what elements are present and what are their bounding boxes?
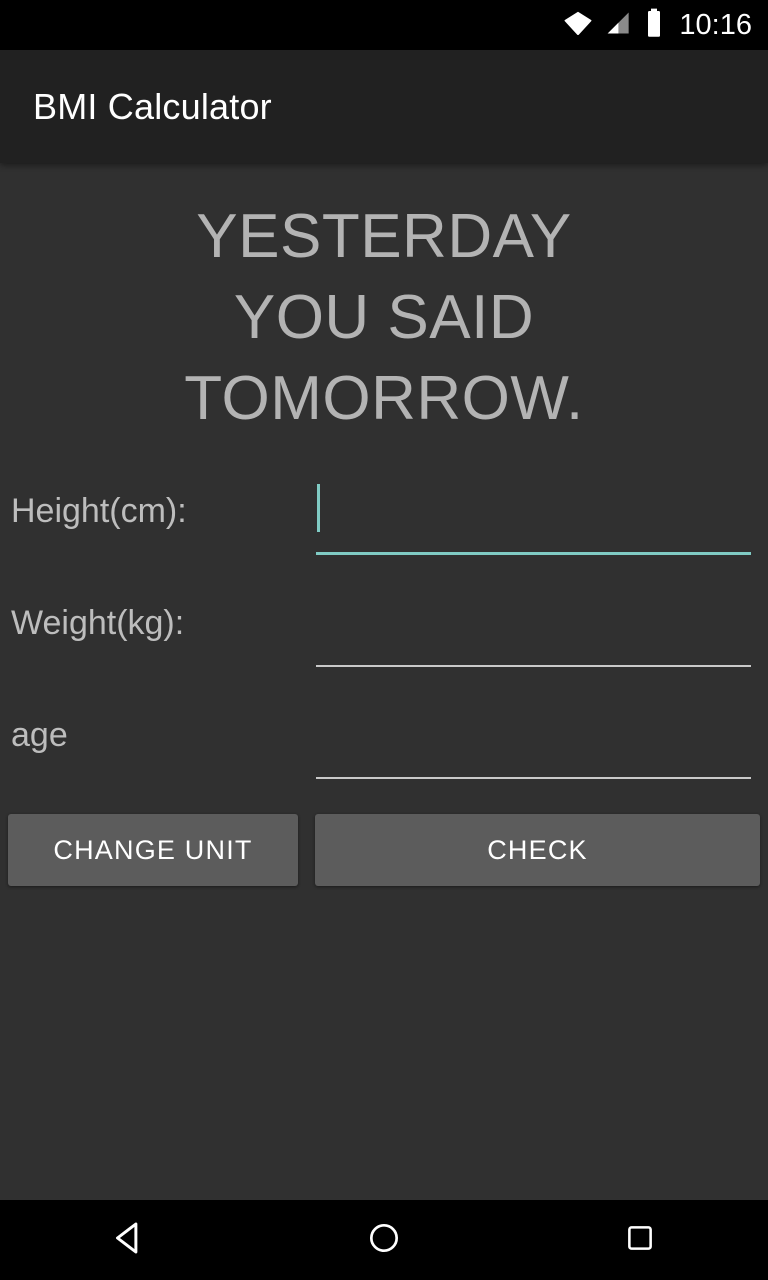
weight-input[interactable] <box>316 587 751 665</box>
phone-screen: 10:16 BMI Calculator YESTERDAY YOU SAID … <box>0 0 768 1280</box>
back-nav-icon <box>107 1217 149 1264</box>
app-bar: BMI Calculator <box>0 50 768 163</box>
button-row: CHANGE UNIT CHECK <box>0 814 768 894</box>
age-input-wrap[interactable] <box>316 699 751 779</box>
status-bar: 10:16 <box>0 0 768 50</box>
recents-nav-button[interactable] <box>585 1200 695 1280</box>
recents-nav-icon <box>623 1221 657 1260</box>
weight-input-underline <box>316 665 751 667</box>
height-input-wrap[interactable] <box>316 475 751 555</box>
headline-line-2: YOU SAID <box>233 283 535 352</box>
main-content: YESTERDAY YOU SAID TOMORROW. Height(cm):… <box>0 163 768 1200</box>
text-caret <box>317 484 320 532</box>
headline-line-3: TOMORROW. <box>184 364 584 433</box>
wifi-icon <box>563 8 593 43</box>
headline-text: YESTERDAY YOU SAID TOMORROW. <box>0 196 768 439</box>
check-button[interactable]: CHECK <box>315 814 760 886</box>
height-input-underline <box>316 552 751 555</box>
home-nav-button[interactable] <box>329 1200 439 1280</box>
app-title: BMI Calculator <box>33 85 272 127</box>
battery-icon <box>641 8 667 43</box>
age-input-underline <box>316 777 751 779</box>
weight-input-wrap[interactable] <box>316 587 751 667</box>
height-field-row: Height(cm): <box>0 463 768 575</box>
weight-field-row: Weight(kg): <box>0 575 768 687</box>
age-label: age <box>11 716 68 754</box>
android-nav-bar <box>0 1200 768 1280</box>
status-icons <box>563 8 667 43</box>
home-nav-icon <box>365 1219 403 1262</box>
age-input[interactable] <box>316 699 751 777</box>
status-bar-clock: 10:16 <box>679 8 752 41</box>
cell-signal-icon <box>603 9 631 42</box>
height-label: Height(cm): <box>11 492 187 530</box>
back-nav-button[interactable] <box>73 1200 183 1280</box>
weight-label: Weight(kg): <box>11 604 185 642</box>
headline-line-1: YESTERDAY <box>196 202 572 271</box>
age-field-row: age <box>0 687 768 799</box>
height-input[interactable] <box>316 475 751 553</box>
change-unit-button[interactable]: CHANGE UNIT <box>8 814 298 886</box>
